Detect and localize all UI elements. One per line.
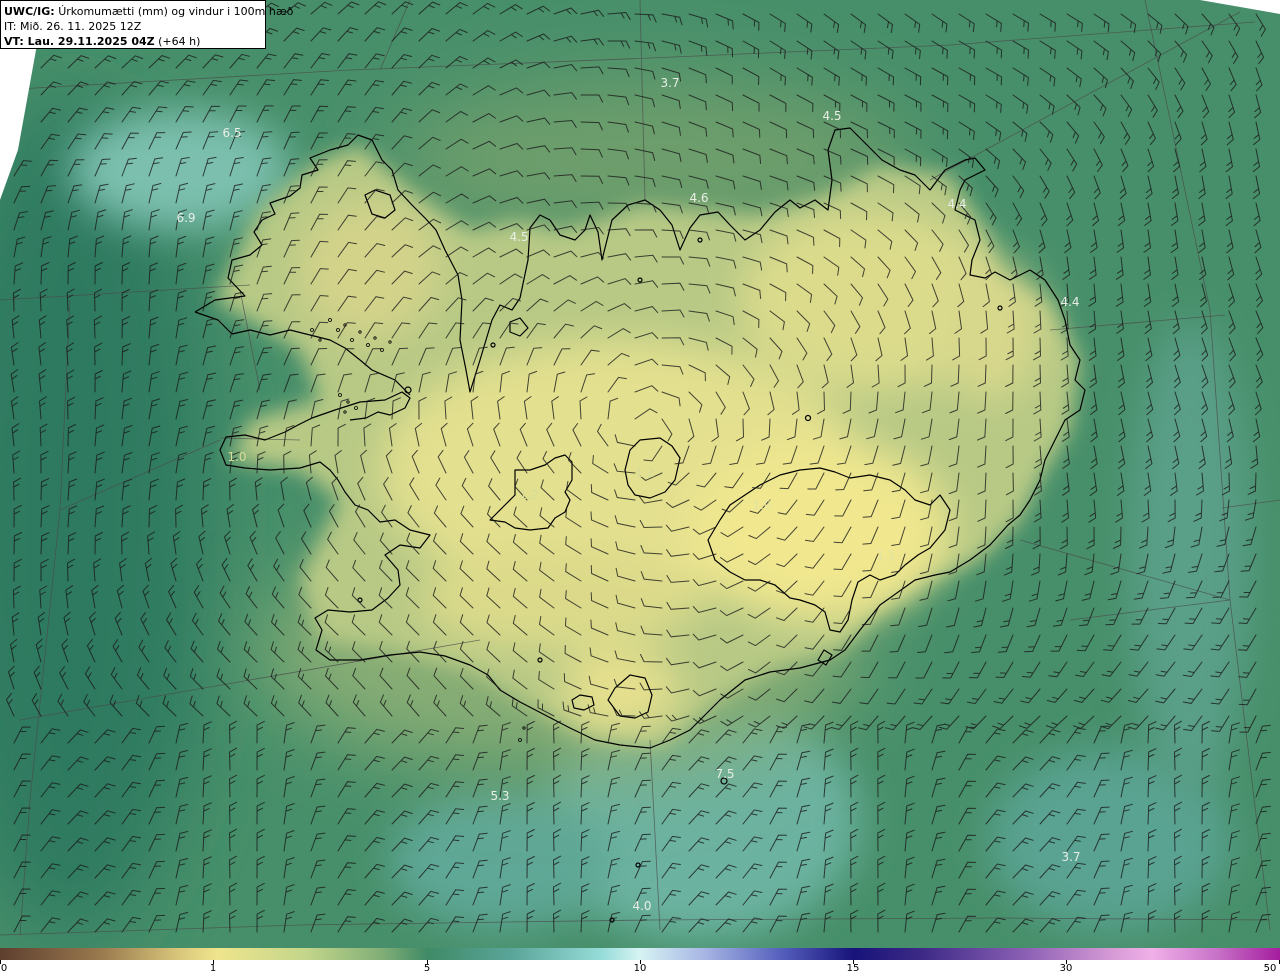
- value-label: 4.5: [509, 230, 528, 244]
- title-line: UWC/IG: Úrkomumætti (mm) og vindur i 100…: [4, 4, 293, 19]
- value-label: 1.2: [519, 488, 538, 502]
- value-label: 4.4: [1060, 295, 1079, 309]
- map-title-box: UWC/IG: Úrkomumætti (mm) og vindur i 100…: [0, 0, 293, 49]
- colorbar-gradient: [0, 948, 1280, 960]
- value-label: 4.0: [632, 899, 651, 913]
- colorbar-label: 10: [633, 963, 647, 974]
- value-label: 6.5: [222, 126, 241, 140]
- value-label: 4.4: [947, 197, 966, 211]
- value-label: 1.1: [876, 548, 895, 562]
- value-label: 5.3: [490, 789, 509, 803]
- model-name: UWC/IG:: [4, 5, 55, 18]
- valid-time-line: VT: Lau. 29.11.2025 04Z (+64 h): [4, 34, 265, 49]
- initial-time: IT: Mið. 26. 11. 2025 12Z: [4, 20, 142, 33]
- value-label: 4.6: [689, 191, 708, 205]
- colorbar-label: 0: [0, 963, 8, 974]
- value-label: 4.5: [822, 109, 841, 123]
- colorbar-label: 5: [423, 963, 431, 974]
- value-label: 1.0: [227, 450, 246, 464]
- colorbar-label: 15: [846, 963, 860, 974]
- value-label: 7.5: [715, 767, 734, 781]
- colorbar-label: 30: [1059, 963, 1073, 974]
- value-label: 6.9: [176, 211, 195, 225]
- lead-time: (+64 h): [158, 35, 201, 48]
- colorbar-label: 50: [1263, 963, 1277, 974]
- colorbar: 0 1 5 10 15 30 50: [0, 948, 1280, 978]
- valid-time: VT: Lau. 29.11.2025 04Z: [4, 35, 155, 48]
- value-label: 1.0: [752, 498, 771, 512]
- value-label: 1.2: [635, 466, 654, 480]
- product-name: Úrkomumætti (mm) og vindur i 100m hæð: [58, 5, 294, 18]
- map-canvas: 3.7 4.5 6.5 6.9 4.6 4.5 4.4 4.4 1.0 1.2 …: [0, 0, 1280, 948]
- forecast-map: 3.7 4.5 6.5 6.9 4.6 4.5 4.4 4.4 1.0 1.2 …: [0, 0, 1280, 948]
- colorbar-label: 1: [209, 963, 217, 974]
- value-label: 3.7: [660, 76, 679, 90]
- value-label: 3.7: [1061, 850, 1080, 864]
